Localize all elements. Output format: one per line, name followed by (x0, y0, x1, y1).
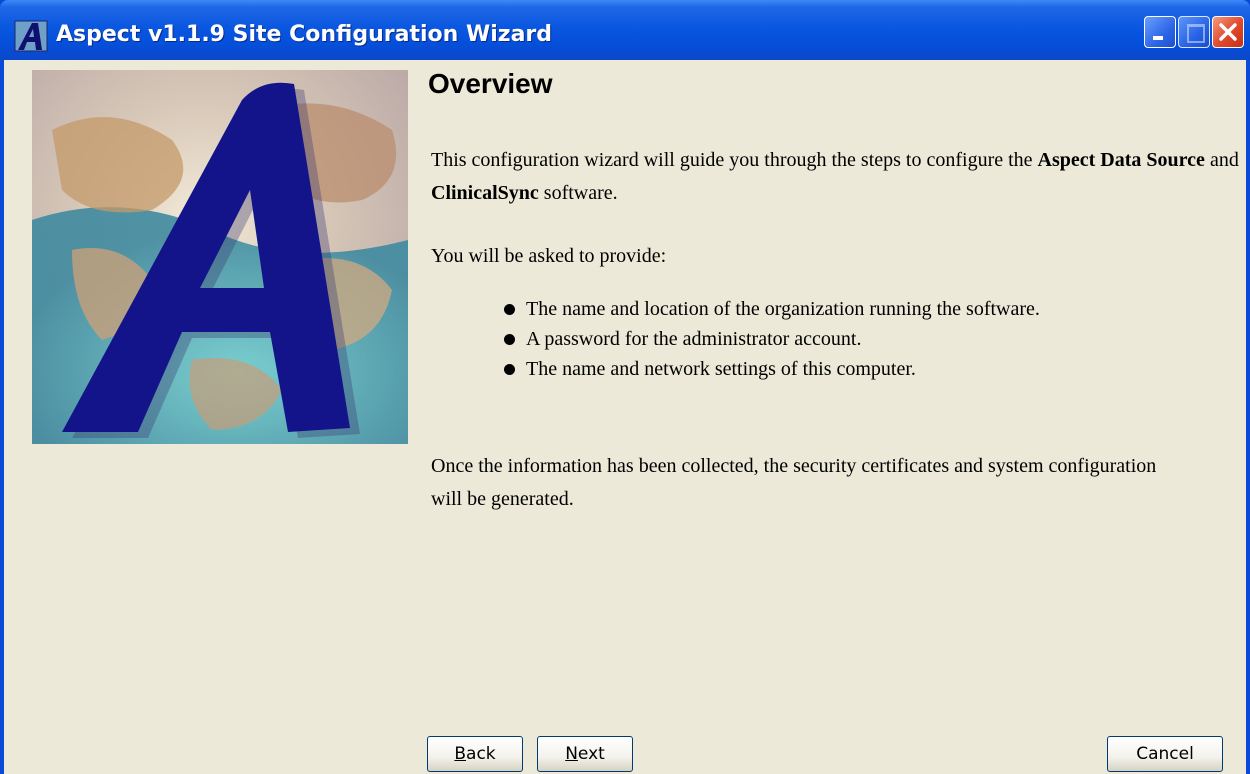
back-button[interactable]: Back (427, 736, 523, 772)
next-button[interactable]: Next (537, 736, 633, 772)
back-label: ack (466, 744, 496, 764)
intro-text: This configuration wizard will guide you… (431, 149, 1038, 171)
outro-paragraph: Once the information has been collected,… (431, 455, 1157, 510)
aspect-globe-logo (32, 70, 408, 444)
requirements-list: The name and location of the organizatio… (500, 294, 1040, 384)
bullet-icon (504, 334, 515, 345)
bullet-icon (504, 304, 515, 315)
requirements-prompt: You will be asked to provide: (431, 245, 667, 267)
close-button[interactable] (1212, 16, 1244, 48)
back-mnemonic: B (454, 744, 467, 764)
list-item-text: The name and network settings of this co… (526, 358, 916, 380)
intro-text-end: software. (538, 182, 618, 204)
list-item-text: A password for the administrator account… (526, 328, 862, 350)
maximize-button[interactable] (1178, 16, 1210, 48)
product-name-aspect: Aspect Data Source (1037, 149, 1205, 171)
title-bar[interactable]: Aspect v1.1.9 Site Configuration Wizard (0, 0, 1250, 60)
intro-paragraph: This configuration wizard will guide you… (431, 144, 1241, 210)
aspect-logo-icon (14, 20, 48, 52)
wizard-window: Aspect v1.1.9 Site Configuration Wizard (0, 0, 1250, 774)
next-mnemonic: N (565, 744, 578, 764)
wizard-content: Overview This configuration wizard will … (4, 60, 1246, 774)
window-title: Aspect v1.1.9 Site Configuration Wizard (56, 22, 553, 47)
page-title: Overview (428, 68, 553, 99)
list-item: The name and network settings of this co… (500, 354, 1040, 384)
next-label: ext (577, 744, 605, 764)
list-item: A password for the administrator account… (500, 324, 1040, 354)
list-item-text: The name and location of the organizatio… (526, 298, 1040, 320)
bullet-icon (504, 364, 515, 375)
product-name-clinicalsync: ClinicalSync (431, 182, 539, 204)
list-item: The name and location of the organizatio… (500, 294, 1040, 324)
minimize-button[interactable] (1144, 16, 1176, 48)
maximize-icon (1187, 24, 1205, 43)
close-icon (1219, 23, 1237, 41)
minimize-icon (1153, 36, 1163, 40)
intro-text-mid: and (1204, 149, 1239, 171)
cancel-button[interactable]: Cancel (1107, 736, 1223, 772)
